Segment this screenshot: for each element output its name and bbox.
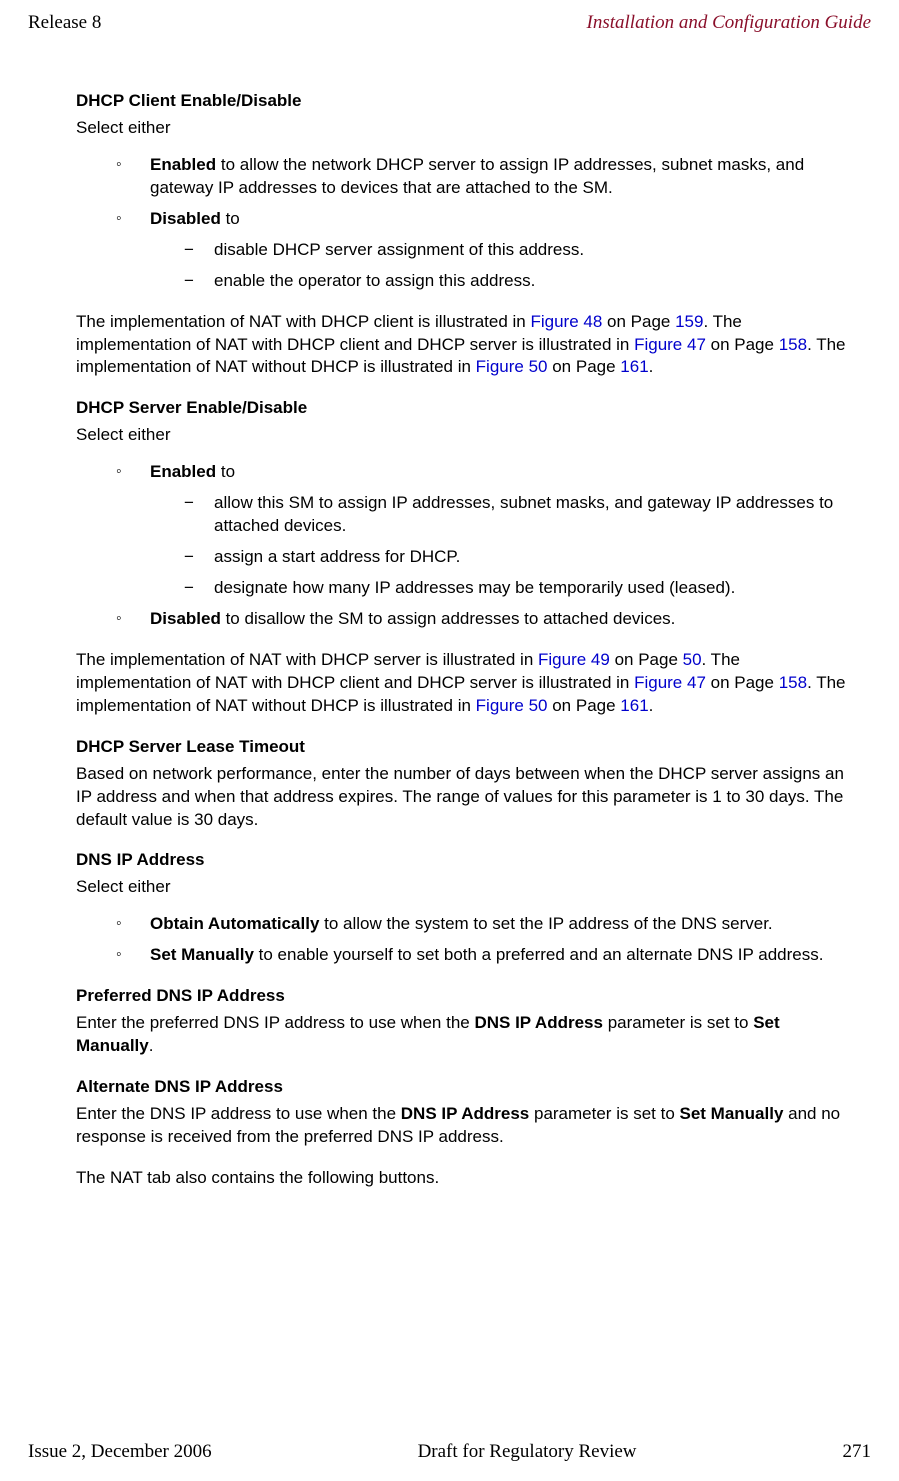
- page-link[interactable]: 158: [779, 673, 807, 692]
- section-lead: Select either: [76, 876, 851, 899]
- document-page: Release 8 Installation and Configuration…: [0, 0, 899, 1481]
- footer-right: 271: [842, 1441, 871, 1463]
- figure-link[interactable]: Figure 50: [476, 357, 548, 376]
- list-item: allow this SM to assign IP addresses, su…: [184, 492, 851, 538]
- section-title-alternate-dns: Alternate DNS IP Address: [76, 1076, 851, 1099]
- paragraph: The NAT tab also contains the following …: [76, 1167, 851, 1190]
- sub-list: disable DHCP server assignment of this a…: [150, 239, 851, 293]
- option-text: to: [221, 209, 240, 228]
- section-title-lease-timeout: DHCP Server Lease Timeout: [76, 736, 851, 759]
- section-title-preferred-dns: Preferred DNS IP Address: [76, 985, 851, 1008]
- param-value: Set Manually: [680, 1104, 784, 1123]
- footer-center: Draft for Regulatory Review: [418, 1441, 637, 1463]
- page-link[interactable]: 161: [620, 357, 648, 376]
- list-item: Enabled to allow this SM to assign IP ad…: [116, 461, 851, 600]
- footer-left: Issue 2, December 2006: [28, 1441, 212, 1463]
- figure-link[interactable]: Figure 48: [530, 312, 602, 331]
- section-title-dns-ip: DNS IP Address: [76, 849, 851, 872]
- bullet-list: Enabled to allow this SM to assign IP ad…: [76, 461, 851, 631]
- page-content: DHCP Client Enable/Disable Select either…: [28, 62, 871, 1417]
- text: parameter is set to: [603, 1013, 753, 1032]
- option-enabled: Enabled: [150, 155, 216, 174]
- paragraph: The implementation of NAT with DHCP serv…: [76, 649, 851, 718]
- option-enabled: Enabled: [150, 462, 216, 481]
- sub-list: allow this SM to assign IP addresses, su…: [150, 492, 851, 600]
- paragraph: Enter the preferred DNS IP address to us…: [76, 1012, 851, 1058]
- page-footer: Issue 2, December 2006 Draft for Regulat…: [28, 1441, 871, 1463]
- figure-link[interactable]: Figure 47: [634, 335, 706, 354]
- text: on Page: [706, 673, 779, 692]
- text: .: [649, 696, 654, 715]
- text: on Page: [602, 312, 675, 331]
- list-item: Set Manually to enable yourself to set b…: [116, 944, 851, 967]
- text: on Page: [706, 335, 779, 354]
- text: parameter is set to: [529, 1104, 679, 1123]
- option-text: to allow the network DHCP server to assi…: [150, 155, 804, 197]
- figure-link[interactable]: Figure 50: [476, 696, 548, 715]
- page-link[interactable]: 159: [675, 312, 703, 331]
- param-name: DNS IP Address: [474, 1013, 603, 1032]
- list-item: disable DHCP server assignment of this a…: [184, 239, 851, 262]
- paragraph: Enter the DNS IP address to use when the…: [76, 1103, 851, 1149]
- figure-link[interactable]: Figure 49: [538, 650, 610, 669]
- option-disabled: Disabled: [150, 609, 221, 628]
- list-item: Obtain Automatically to allow the system…: [116, 913, 851, 936]
- list-item: Disabled to disable DHCP server assignme…: [116, 208, 851, 293]
- page-link[interactable]: 50: [683, 650, 702, 669]
- option-text: to enable yourself to set both a preferr…: [254, 945, 824, 964]
- section-lead: Select either: [76, 424, 851, 447]
- bullet-list: Obtain Automatically to allow the system…: [76, 913, 851, 967]
- section-lead: Select either: [76, 117, 851, 140]
- option-obtain-auto: Obtain Automatically: [150, 914, 319, 933]
- figure-link[interactable]: Figure 47: [634, 673, 706, 692]
- page-link[interactable]: 161: [620, 696, 648, 715]
- header-left: Release 8: [28, 12, 101, 34]
- list-item: assign a start address for DHCP.: [184, 546, 851, 569]
- text: The implementation of NAT with DHCP clie…: [76, 312, 530, 331]
- list-item: Enabled to allow the network DHCP server…: [116, 154, 851, 200]
- text: on Page: [548, 696, 621, 715]
- text: on Page: [548, 357, 621, 376]
- page-link[interactable]: 158: [779, 335, 807, 354]
- param-name: DNS IP Address: [401, 1104, 530, 1123]
- text: .: [649, 357, 654, 376]
- list-item: designate how many IP addresses may be t…: [184, 577, 851, 600]
- paragraph: The implementation of NAT with DHCP clie…: [76, 311, 851, 380]
- text: The implementation of NAT with DHCP serv…: [76, 650, 538, 669]
- text: on Page: [610, 650, 683, 669]
- list-item: Disabled to disallow the SM to assign ad…: [116, 608, 851, 631]
- text: Enter the preferred DNS IP address to us…: [76, 1013, 474, 1032]
- bullet-list: Enabled to allow the network DHCP server…: [76, 154, 851, 293]
- option-set-manually: Set Manually: [150, 945, 254, 964]
- page-header: Release 8 Installation and Configuration…: [28, 12, 871, 34]
- list-item: enable the operator to assign this addre…: [184, 270, 851, 293]
- section-title-dhcp-server: DHCP Server Enable/Disable: [76, 397, 851, 420]
- text: .: [149, 1036, 154, 1055]
- option-text: to disallow the SM to assign addresses t…: [221, 609, 676, 628]
- option-text: to allow the system to set the IP addres…: [319, 914, 772, 933]
- option-text: to: [216, 462, 235, 481]
- section-title-dhcp-client: DHCP Client Enable/Disable: [76, 90, 851, 113]
- paragraph: Based on network performance, enter the …: [76, 763, 851, 832]
- option-disabled: Disabled: [150, 209, 221, 228]
- text: Enter the DNS IP address to use when the: [76, 1104, 401, 1123]
- header-right: Installation and Configuration Guide: [587, 12, 871, 34]
